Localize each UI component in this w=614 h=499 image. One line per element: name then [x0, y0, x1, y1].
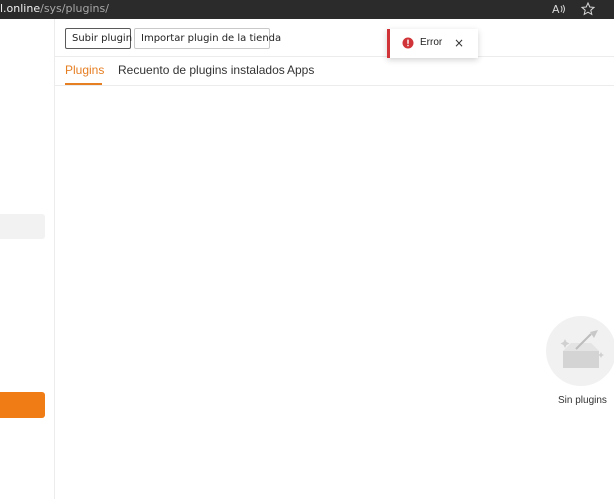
svg-text:A: A — [552, 3, 560, 16]
toast-message: Error — [420, 37, 443, 48]
url-path: /sys/plugins/ — [40, 2, 109, 15]
tab-apps-label: Apps — [287, 63, 315, 77]
import-plugin-from-store-button[interactable]: Importar plugin de la tienda — [134, 28, 281, 49]
error-circle-icon — [402, 37, 414, 49]
tab-apps[interactable]: Apps — [287, 62, 314, 78]
sidebar — [0, 19, 55, 499]
tab-installed-plugins-count[interactable]: Recuento de plugins instalados — [118, 62, 285, 78]
address-url[interactable]: l.online/sys/plugins/ — [0, 2, 109, 16]
tab-plugins-label: Plugins — [65, 63, 105, 77]
empty-box-icon — [546, 316, 614, 386]
toolbar-divider — [55, 56, 614, 57]
favorite-star-icon[interactable] — [580, 1, 596, 17]
tab-plugins[interactable]: Plugins — [65, 62, 105, 85]
tab-installed-label: Recuento de plugins instalados — [118, 63, 285, 77]
url-host: l.online — [0, 2, 41, 15]
sidebar-action-button[interactable] — [0, 392, 45, 418]
sidebar-search-field[interactable] — [0, 214, 45, 239]
read-aloud-icon[interactable]: A — [551, 1, 567, 17]
error-toast: Error × — [387, 29, 478, 58]
close-icon[interactable]: × — [454, 37, 464, 49]
tabs-divider — [55, 85, 614, 86]
browser-address-bar[interactable]: l.online/sys/plugins/ A — [0, 0, 614, 19]
empty-state-text: Sin plugins — [558, 395, 607, 406]
upload-plugin-button[interactable]: Subir plugin — [65, 28, 132, 49]
